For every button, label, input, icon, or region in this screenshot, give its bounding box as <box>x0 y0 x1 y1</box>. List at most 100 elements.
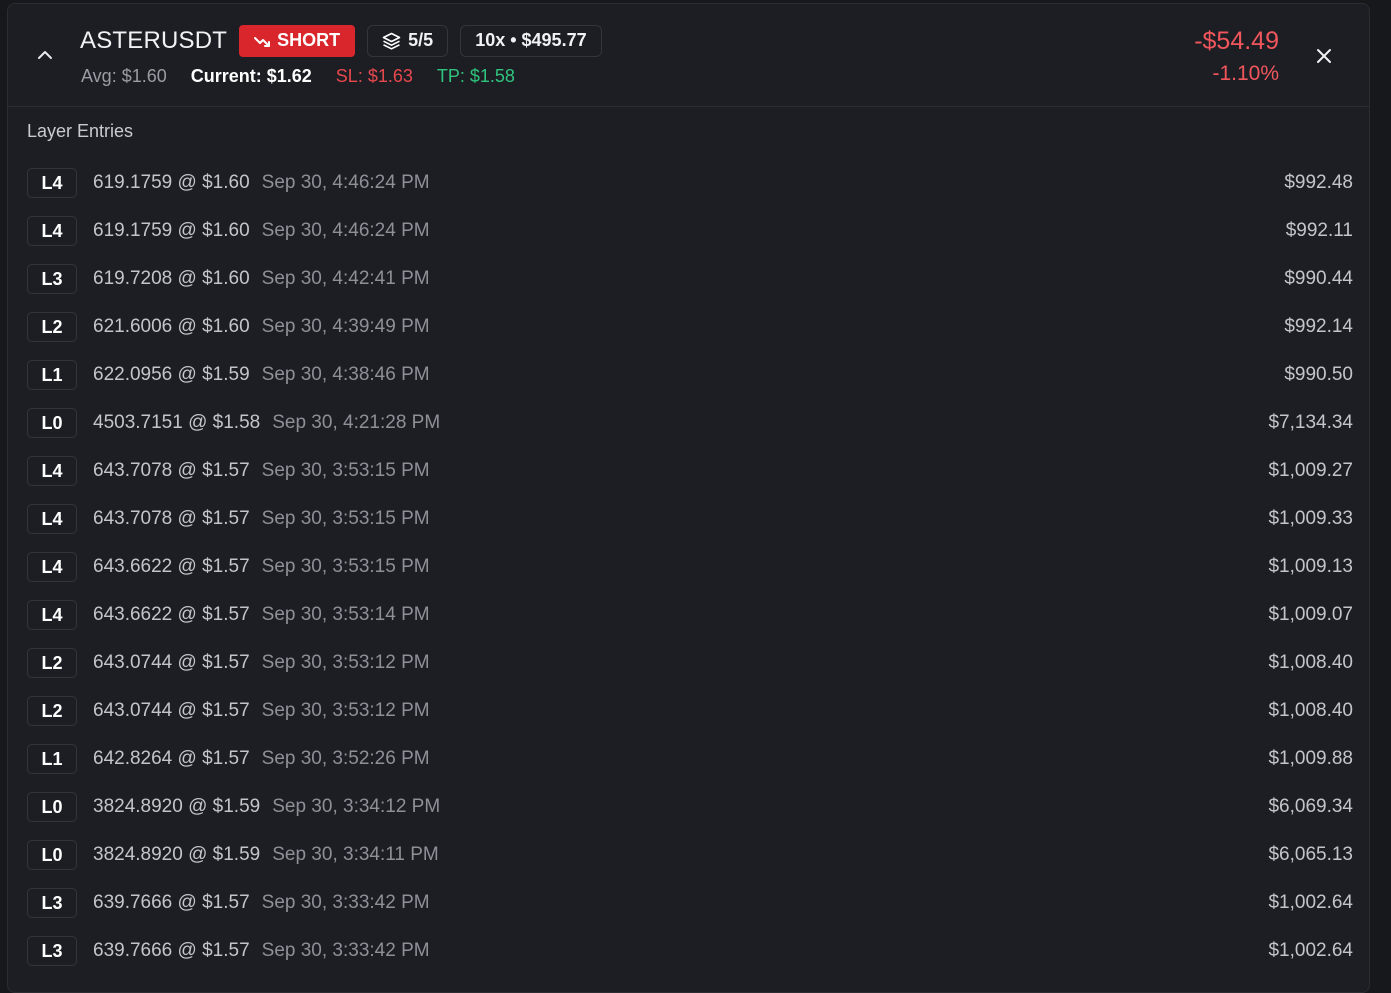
trend-down-icon <box>254 36 271 47</box>
layer-badge: L4 <box>27 168 77 198</box>
layers-chip: 5/5 <box>367 24 449 57</box>
close-icon[interactable] <box>1312 44 1336 68</box>
entry-qty-price: 643.7078 @ $1.57 <box>93 508 250 529</box>
chevron-up-icon[interactable] <box>34 44 56 66</box>
entry-value: $6,065.13 <box>1268 844 1353 865</box>
entry-value: $6,069.34 <box>1268 796 1353 817</box>
entry-time: Sep 30, 3:53:12 PM <box>261 652 430 673</box>
entry-row: L4 643.7078 @ $1.57 Sep 30, 3:53:15 PM $1,0… <box>27 495 1353 543</box>
avg-price: Avg: $1.60 <box>81 66 167 86</box>
layer-badge: L4 <box>27 552 77 582</box>
entry-time: Sep 30, 3:53:14 PM <box>261 604 430 625</box>
entry-row: L3 639.7666 @ $1.57 Sep 30, 3:33:42 PM $1,0… <box>27 879 1353 927</box>
entry-value: $1,009.13 <box>1268 556 1353 577</box>
entry-value: $992.14 <box>1284 316 1353 337</box>
layer-badge: L1 <box>27 744 77 774</box>
position-title-row: ASTERUSDT SHORT 5/5 10x • $495.77 <box>80 24 602 57</box>
entry-qty-price: 639.7666 @ $1.57 <box>93 940 250 961</box>
entry-value: $1,009.88 <box>1268 748 1353 769</box>
pnl-percent: -1.10% <box>1212 62 1279 85</box>
entry-row: L1 622.0956 @ $1.59 Sep 30, 4:38:46 PM $990… <box>27 351 1353 399</box>
layers-icon <box>382 32 401 50</box>
current-price: Current: $1.62 <box>190 66 312 86</box>
entry-value: $1,009.33 <box>1268 508 1353 529</box>
entry-time: Sep 30, 3:53:15 PM <box>261 508 430 529</box>
layer-badge: L3 <box>27 888 77 918</box>
entry-qty-price: 4503.7151 @ $1.58 <box>93 412 261 433</box>
entry-qty-price: 619.7208 @ $1.60 <box>93 268 250 289</box>
layer-badge: L1 <box>27 360 77 390</box>
entry-time: Sep 30, 3:34:12 PM <box>272 796 441 817</box>
layer-badge: L4 <box>27 600 77 630</box>
entry-time: Sep 30, 4:46:24 PM <box>261 172 430 193</box>
entry-time: Sep 30, 3:33:42 PM <box>261 892 430 913</box>
entry-row: L0 3824.8920 @ $1.59 Sep 30, 3:34:11 PM $6,… <box>27 831 1353 879</box>
entry-time: Sep 30, 3:34:11 PM <box>272 844 439 865</box>
entry-qty-price: 3824.8920 @ $1.59 <box>93 796 261 817</box>
entry-time: Sep 30, 3:53:12 PM <box>261 700 430 721</box>
layer-badge: L4 <box>27 216 77 246</box>
layer-badge: L4 <box>27 504 77 534</box>
entry-row: L4 643.6622 @ $1.57 Sep 30, 3:53:14 PM $1,0… <box>27 591 1353 639</box>
entry-qty-price: 642.8264 @ $1.57 <box>93 748 250 769</box>
entry-qty-price: 639.7666 @ $1.57 <box>93 892 250 913</box>
entry-time: Sep 30, 3:53:15 PM <box>261 556 430 577</box>
entry-qty-price: 643.7078 @ $1.57 <box>93 460 250 481</box>
entry-qty-price: 619.1759 @ $1.60 <box>93 220 250 241</box>
entry-value: $992.11 <box>1285 220 1353 241</box>
entry-time: Sep 30, 4:39:49 PM <box>261 316 430 337</box>
position-stats-row: Avg: $1.60 Current: $1.62 SL: $1.63 TP: … <box>81 66 515 87</box>
entry-qty-price: 622.0956 @ $1.59 <box>93 364 250 385</box>
entry-row: L3 639.7666 @ $1.57 Sep 30, 3:33:42 PM $1,0… <box>27 927 1353 975</box>
entry-qty-price: 619.1759 @ $1.60 <box>93 172 250 193</box>
layer-badge: L2 <box>27 696 77 726</box>
side-label: SHORT <box>277 30 341 50</box>
entry-row: L4 619.1759 @ $1.60 Sep 30, 4:46:24 PM $992… <box>27 207 1353 255</box>
layer-entries-list: L4 619.1759 @ $1.60 Sep 30, 4:46:24 PM $992… <box>27 159 1353 975</box>
entry-qty-price: 643.6622 @ $1.57 <box>93 604 250 625</box>
entry-value: $1,009.07 <box>1268 604 1353 625</box>
layer-badge: L3 <box>27 936 77 966</box>
entry-qty-price: 643.0744 @ $1.57 <box>93 652 250 673</box>
layer-badge: L2 <box>27 648 77 678</box>
entry-time: Sep 30, 3:33:42 PM <box>261 940 430 961</box>
entry-row: L1 642.8264 @ $1.57 Sep 30, 3:52:26 PM $1,0… <box>27 735 1353 783</box>
entry-value: $992.48 <box>1284 172 1353 193</box>
entry-time: Sep 30, 4:38:46 PM <box>261 364 430 385</box>
entry-row: L0 4503.7151 @ $1.58 Sep 30, 4:21:28 PM $7,… <box>27 399 1353 447</box>
entry-time: Sep 30, 4:21:28 PM <box>272 412 441 433</box>
layer-badge: L0 <box>27 840 77 870</box>
entry-time: Sep 30, 3:53:15 PM <box>261 460 430 481</box>
symbol-label: ASTERUSDT <box>80 26 228 54</box>
entry-row: L3 619.7208 @ $1.60 Sep 30, 4:42:41 PM $990… <box>27 255 1353 303</box>
entry-value: $1,002.64 <box>1268 892 1353 913</box>
position-card: ASTERUSDT SHORT 5/5 10x • $495.77 Avg: $… <box>7 3 1370 993</box>
entry-time: Sep 30, 4:42:41 PM <box>261 268 430 289</box>
entry-row: L0 3824.8920 @ $1.59 Sep 30, 3:34:12 PM $6,… <box>27 783 1353 831</box>
entry-qty-price: 643.0744 @ $1.57 <box>93 700 250 721</box>
entry-value: $990.44 <box>1284 268 1353 289</box>
layers-count: 5/5 <box>408 30 434 50</box>
entry-row: L4 643.6622 @ $1.57 Sep 30, 3:53:15 PM $1,0… <box>27 543 1353 591</box>
pnl-amount: -$54.49 <box>1194 27 1279 55</box>
layer-badge: L0 <box>27 408 77 438</box>
entry-row: L2 643.0744 @ $1.57 Sep 30, 3:53:12 PM $1,0… <box>27 687 1353 735</box>
entry-row: L2 643.0744 @ $1.57 Sep 30, 3:53:12 PM $1,0… <box>27 639 1353 687</box>
entry-qty-price: 621.6006 @ $1.60 <box>93 316 250 337</box>
position-header[interactable]: ASTERUSDT SHORT 5/5 10x • $495.77 Avg: $… <box>8 4 1369 107</box>
entry-row: L4 619.1759 @ $1.60 Sep 30, 4:46:24 PM $992… <box>27 159 1353 207</box>
leverage-margin-label: 10x • $495.77 <box>475 30 587 50</box>
entry-value: $990.50 <box>1284 364 1353 385</box>
entry-value: $1,002.64 <box>1268 940 1353 961</box>
entry-value: $1,009.27 <box>1268 460 1353 481</box>
entry-row: L4 643.7078 @ $1.57 Sep 30, 3:53:15 PM $1,0… <box>27 447 1353 495</box>
entry-qty-price: 643.6622 @ $1.57 <box>93 556 250 577</box>
layer-badge: L4 <box>27 456 77 486</box>
layer-badge: L3 <box>27 264 77 294</box>
stop-loss: SL: $1.63 <box>335 66 413 86</box>
entry-time: Sep 30, 4:46:24 PM <box>261 220 430 241</box>
entry-value: $7,134.34 <box>1268 412 1353 433</box>
layer-badge: L2 <box>27 312 77 342</box>
leverage-margin-chip: 10x • $495.77 <box>460 24 602 57</box>
entry-row: L2 621.6006 @ $1.60 Sep 30, 4:39:49 PM $992… <box>27 303 1353 351</box>
